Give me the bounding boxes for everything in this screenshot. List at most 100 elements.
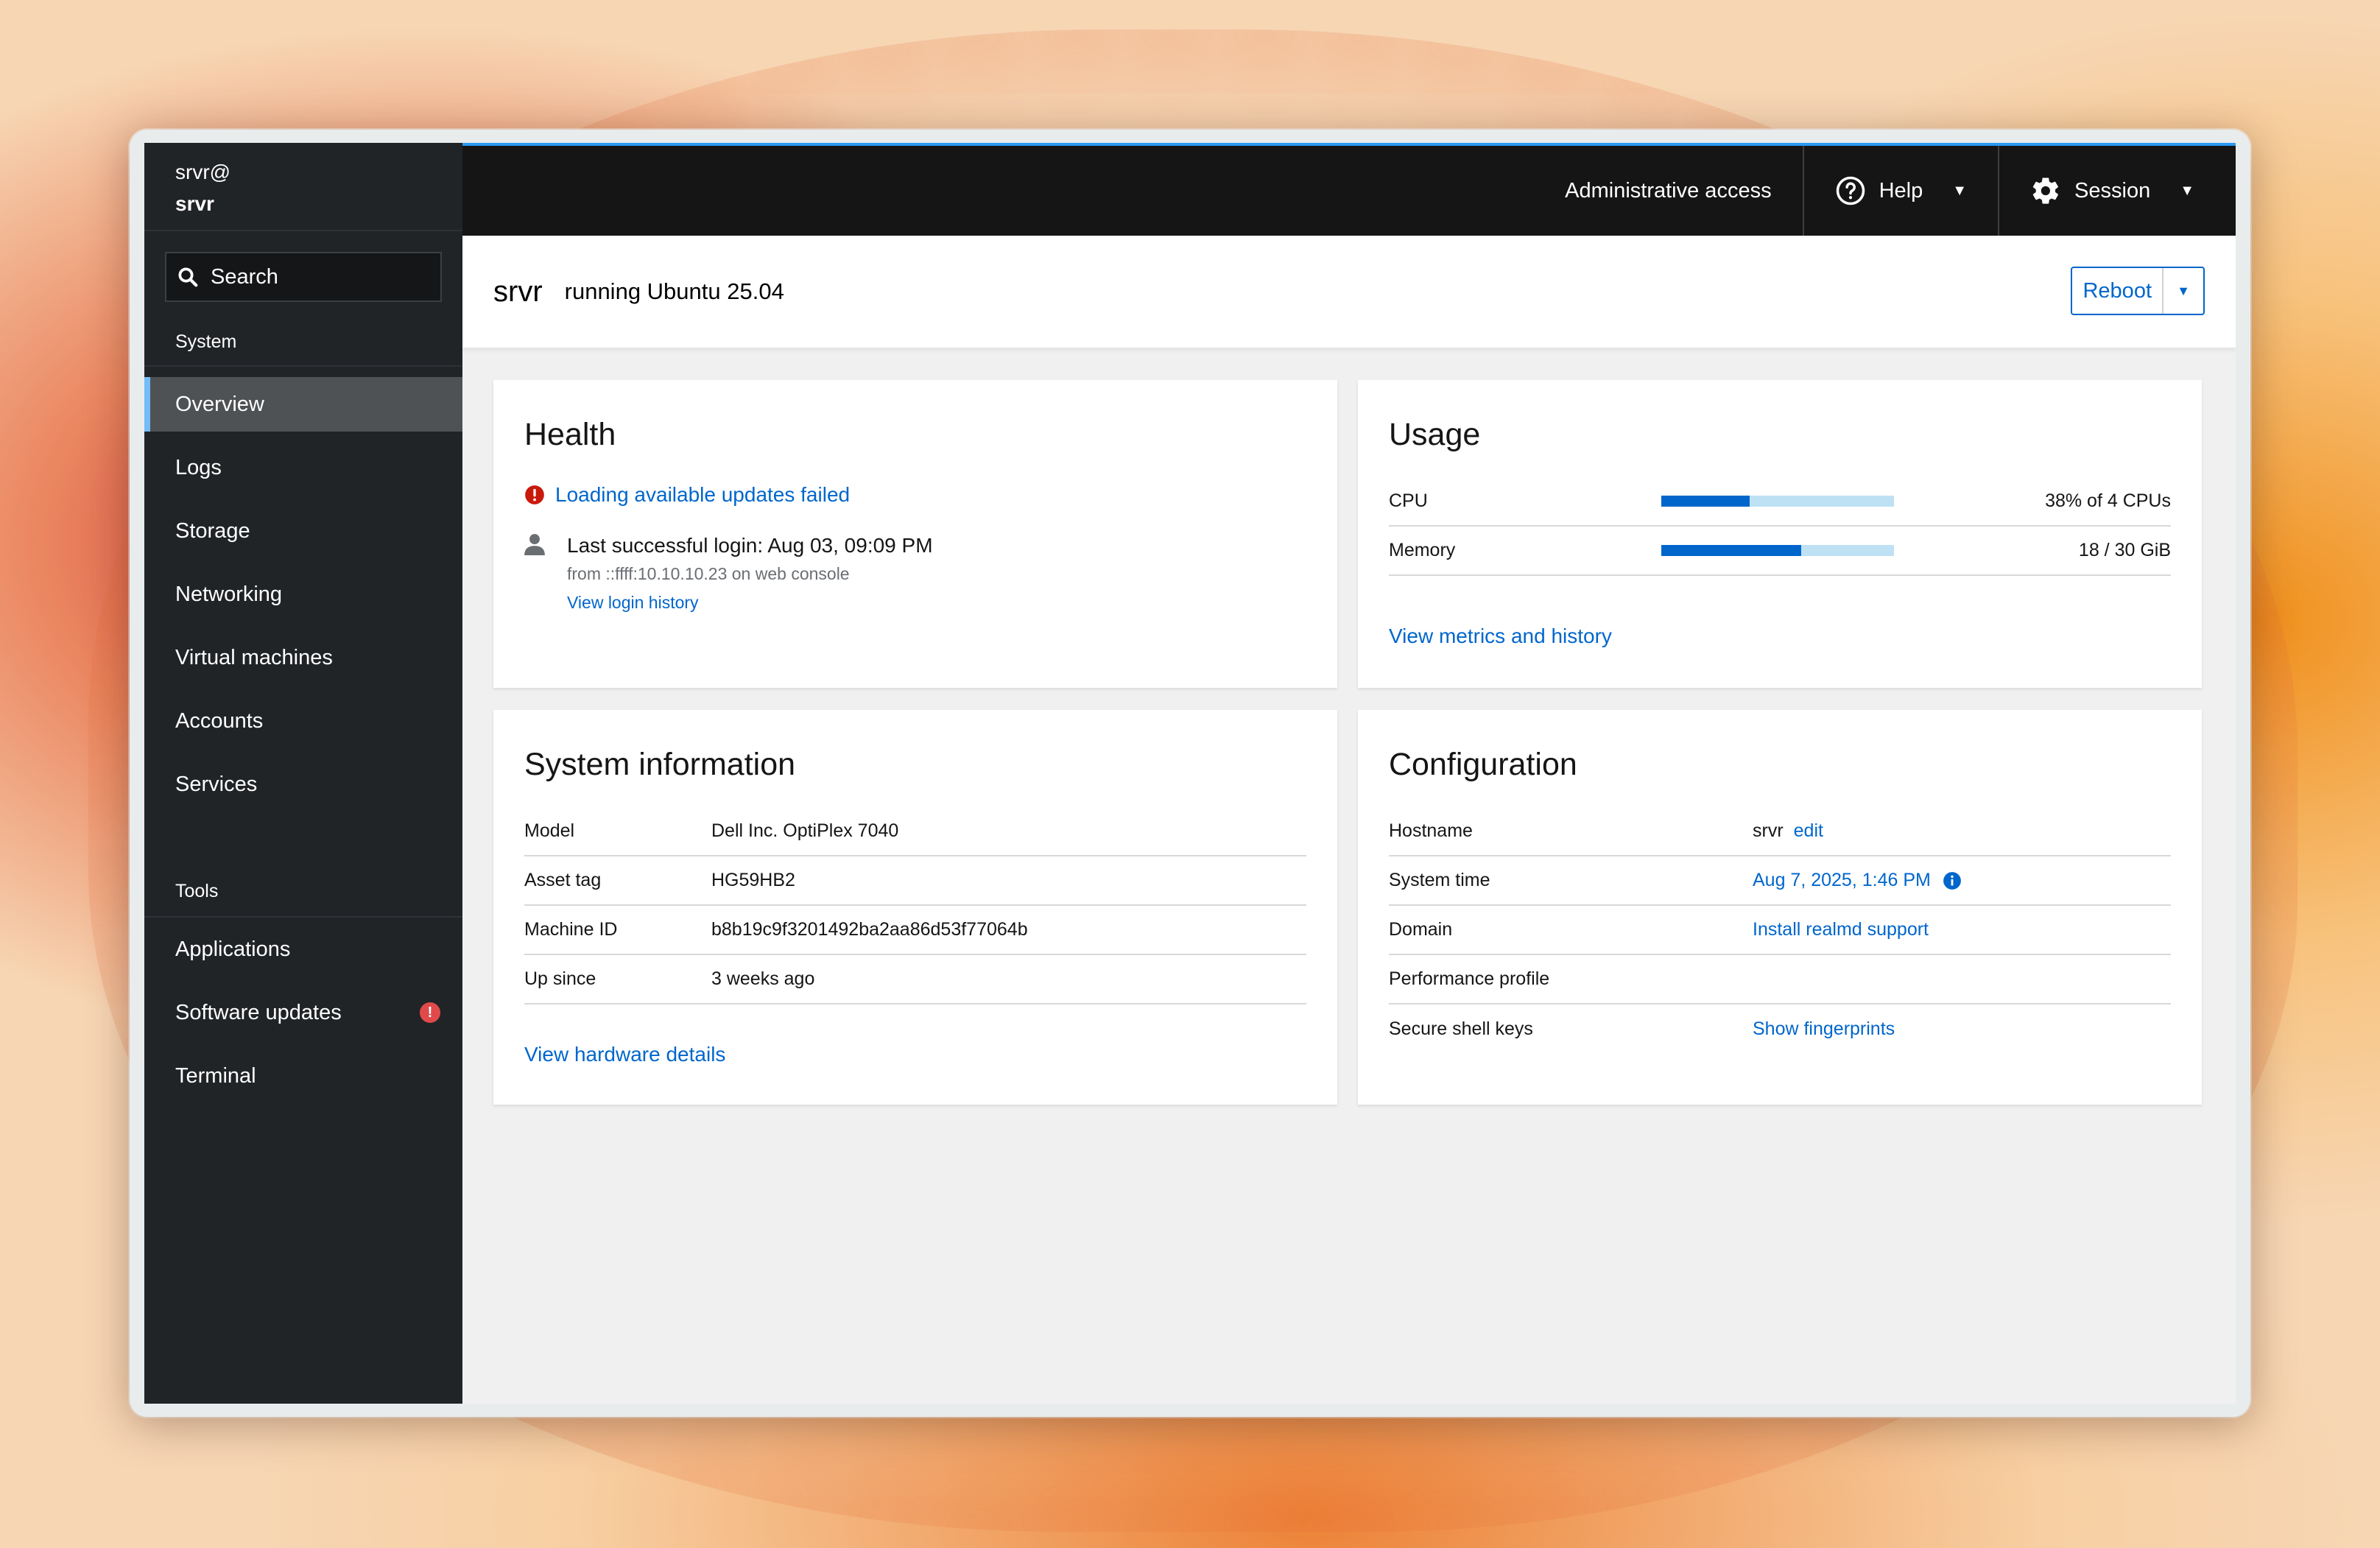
sidebar-item-networking[interactable]: Networking	[144, 563, 462, 626]
usage-value: 38% of 4 CPUs	[2045, 490, 2171, 511]
sidebar-item-accounts[interactable]: Accounts	[144, 689, 462, 753]
section-label-system: System	[144, 302, 462, 367]
sidebar-item-virtual-machines[interactable]: Virtual machines	[144, 626, 462, 689]
help-label: Help	[1879, 178, 1923, 203]
updates-failed-link[interactable]: Loading available updates failed	[555, 483, 850, 507]
reboot-button[interactable]: Reboot	[2072, 268, 2164, 314]
masthead: Administrative access Help ▼ Session ▼	[462, 143, 2236, 236]
host-user: srvr@	[175, 161, 231, 183]
row-label: Hostname	[1389, 820, 1473, 841]
row-value: srvr	[1753, 820, 1784, 841]
tools-nav: Applications Software updates ! Terminal	[144, 918, 462, 1108]
sidebar-item-label: Networking	[175, 582, 283, 606]
caret-down-icon: ▼	[2180, 182, 2194, 199]
reboot-dropdown-toggle[interactable]: ▼	[2164, 268, 2203, 314]
last-login: Last successful login: Aug 03, 09:09 PM …	[524, 533, 933, 613]
card-title: System information	[524, 747, 796, 782]
sidebar-item-label: Accounts	[175, 708, 264, 733]
caret-down-icon: ▼	[1952, 182, 1968, 199]
sidebar-item-logs[interactable]: Logs	[144, 436, 462, 499]
row-value: HG59HB2	[711, 870, 795, 890]
system-info-table: Model Dell Inc. OptiPlex 7040 Asset tag HG…	[524, 807, 1306, 1005]
sidebar-item-storage[interactable]: Storage	[144, 499, 462, 563]
sidebar-item-label: Terminal	[175, 1063, 256, 1088]
user-icon	[524, 534, 545, 555]
view-login-history-link[interactable]: View login history	[567, 593, 933, 613]
sidebar-item-applications[interactable]: Applications	[144, 918, 462, 981]
row-label: Asset tag	[524, 870, 602, 890]
administrative-access-button[interactable]: Administrative access	[1534, 146, 1802, 236]
cpu-usage-bar	[1661, 496, 1894, 507]
host-switcher[interactable]: srvr@ srvr	[144, 143, 462, 231]
help-icon	[1836, 176, 1865, 205]
table-row: System time Aug 7, 2025, 1:46 PM	[1389, 856, 2171, 906]
help-menu-button[interactable]: Help ▼	[1804, 146, 1998, 236]
usage-row-memory: Memory 18 / 30 GiB	[1389, 527, 2171, 576]
table-row: Performance profile	[1389, 955, 2171, 1005]
error-badge-icon: !	[420, 1002, 440, 1023]
search-icon	[178, 267, 198, 287]
install-realmd-link[interactable]: Install realmd support	[1753, 919, 1929, 940]
search-label: Search	[211, 264, 278, 289]
configuration-card: Configuration Hostname srvr edit System …	[1358, 710, 2202, 1105]
sidebar-item-terminal[interactable]: Terminal	[144, 1044, 462, 1108]
view-metrics-link[interactable]: View metrics and history	[1389, 625, 1612, 648]
reboot-split-button: Reboot ▼	[2071, 267, 2205, 315]
page-title: srvr	[493, 275, 543, 308]
gear-icon	[2032, 177, 2058, 204]
section-label-tools: Tools	[144, 844, 462, 918]
row-label: Model	[524, 820, 575, 841]
table-row: Secure shell keys Show fingerprints	[1389, 1005, 2171, 1054]
row-value: Dell Inc. OptiPlex 7040	[711, 820, 899, 841]
sidebar-item-label: Applications	[175, 937, 291, 961]
updates-alert: Loading available updates failed	[524, 483, 850, 507]
last-login-text: Last successful login: Aug 03, 09:09 PM	[567, 534, 933, 557]
sidebar-item-label: Overview	[175, 392, 264, 416]
row-value: 3 weeks ago	[711, 968, 815, 989]
usage-card: Usage CPU 38% of 4 CPUs Memory 18 / 30 G…	[1358, 380, 2202, 688]
host-name: srvr	[175, 192, 214, 215]
sidebar: srvr@ srvr Search System Overview Logs S…	[144, 143, 462, 1404]
caret-down-icon: ▼	[2177, 283, 2190, 298]
show-fingerprints-link[interactable]: Show fingerprints	[1753, 1018, 1895, 1040]
view-hardware-details-link[interactable]: View hardware details	[524, 1043, 725, 1066]
usage-row-cpu: CPU 38% of 4 CPUs	[1389, 477, 2171, 527]
card-title: Health	[524, 417, 616, 452]
session-label: Session	[2074, 178, 2151, 203]
usage-value: 18 / 30 GiB	[2078, 540, 2171, 560]
usage-label: Memory	[1389, 540, 1456, 560]
row-label: System time	[1389, 870, 1490, 890]
row-value: b8b19c9f3201492ba2aa86d53f77064b	[711, 919, 1028, 940]
session-menu-button[interactable]: Session ▼	[1999, 146, 2236, 236]
sidebar-item-label: Services	[175, 772, 258, 796]
system-time-link[interactable]: Aug 7, 2025, 1:46 PM	[1753, 870, 1931, 891]
system-information-card: System information Model Dell Inc. OptiPl…	[493, 710, 1337, 1105]
sidebar-item-services[interactable]: Services	[144, 753, 462, 816]
card-title: Usage	[1389, 417, 1481, 452]
configuration-table: Hostname srvr edit System time Aug 7, 20…	[1389, 807, 2171, 1054]
bar-fill	[1661, 545, 1801, 556]
sidebar-item-label: Logs	[175, 455, 222, 479]
table-row: Up since 3 weeks ago	[524, 955, 1306, 1005]
page-header: srvr running Ubuntu 25.04 Reboot ▼	[462, 236, 2236, 348]
sidebar-item-label: Storage	[175, 518, 250, 543]
row-label: Secure shell keys	[1389, 1018, 1533, 1039]
edit-hostname-link[interactable]: edit	[1794, 820, 1823, 842]
table-row: Hostname srvr edit	[1389, 807, 2171, 856]
cockpit-app: srvr@ srvr Search System Overview Logs S…	[144, 143, 2236, 1404]
system-nav: Overview Logs Storage Networking Virtual…	[144, 377, 462, 816]
error-circle-icon	[525, 485, 544, 504]
browser-window: srvr@ srvr Search System Overview Logs S…	[130, 130, 2250, 1417]
card-title: Configuration	[1389, 747, 1577, 782]
sidebar-item-overview[interactable]: Overview	[144, 377, 462, 432]
search-input[interactable]: Search	[165, 252, 442, 302]
usage-label: CPU	[1389, 490, 1428, 511]
sidebar-item-label: Software updates	[175, 1000, 342, 1024]
sidebar-item-software-updates[interactable]: Software updates !	[144, 981, 462, 1044]
admin-label: Administrative access	[1565, 178, 1772, 203]
info-icon[interactable]	[1943, 871, 1962, 890]
last-login-source: from ::ffff:10.10.10.23 on web console	[567, 564, 850, 583]
sidebar-item-label: Virtual machines	[175, 645, 333, 669]
row-label: Performance profile	[1389, 968, 1550, 989]
health-card: Health Loading available updates failed …	[493, 380, 1337, 688]
